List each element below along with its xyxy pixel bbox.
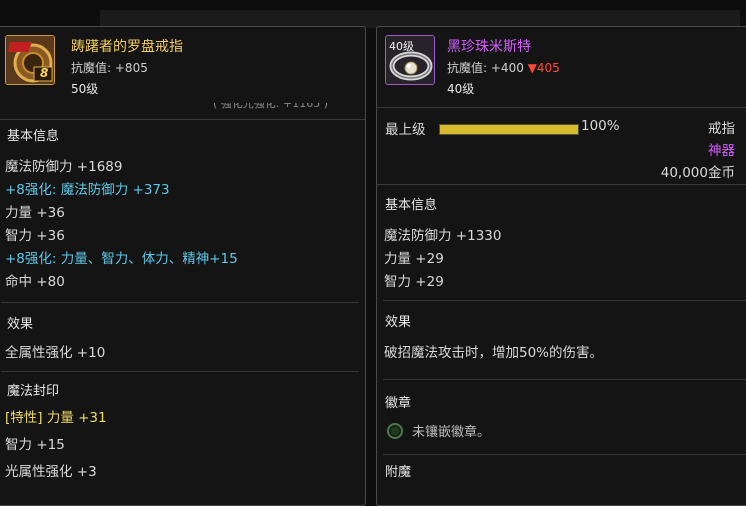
effect-line: 全属性强化 +10: [5, 345, 106, 361]
decrease-arrow-icon: ▼: [527, 61, 537, 75]
stat-line: 力量 +36: [5, 205, 65, 221]
section-title: 徽章: [385, 396, 412, 411]
basic-info-section: 基本信息 魔法防御力 +1330 力量 +29 智力 +29: [377, 185, 746, 294]
grade-bar: [439, 124, 579, 135]
grade-label: 最上级: [385, 122, 426, 138]
stat-line: 智力 +36: [5, 228, 65, 244]
cropped-note: ( 强化光强化: +1165 ): [213, 97, 328, 110]
grade-percent: 100%: [581, 118, 620, 134]
stat-line: 智力 +29: [384, 274, 444, 290]
rarity-label: 神器: [708, 143, 735, 159]
magic-seal-section: 魔法封印 [特性] 力量 +31 智力 +15 光属性强化 +3: [0, 372, 365, 484]
effect-section: 效果 全属性强化 +10: [0, 303, 365, 365]
level-tag: 40级: [389, 40, 414, 53]
emblem-text: 未镶嵌徽章。: [412, 425, 491, 440]
empty-emblem-icon: [387, 422, 403, 439]
section-title: 基本信息: [7, 129, 60, 144]
item-tooltip-left: 8 踌躇者的罗盘戒指 抗魔值: +805 50级 ( 强化光强化: +1165 …: [0, 26, 366, 506]
enhance-line: +8强化: 力量、智力、体力、精神+15: [5, 251, 238, 267]
section-title: 附魔: [385, 465, 412, 480]
item-tooltip-right: 40级 黑珍珠米斯特 抗魔值: +400 ▼405 40级 最上级 100% 戒…: [376, 26, 746, 506]
stat-line: 魔法防御力 +1689: [5, 159, 123, 175]
item-level: 40级: [447, 82, 475, 96]
section-title: 魔法封印: [7, 384, 60, 399]
seal-line: 光属性强化 +3: [5, 464, 97, 480]
basic-info-section: 基本信息 魔法防御力 +1689 +8强化: 魔法防御力 +373 力量 +36…: [0, 120, 365, 294]
stat-value: +400: [490, 61, 524, 75]
stat-label: 抗魔值: [447, 61, 484, 75]
ring-icon: 8: [5, 35, 55, 85]
stat-line: 魔法防御力 +1330: [384, 228, 502, 244]
emblem-slot: 未镶嵌徽章。: [377, 421, 746, 440]
stat-line: 命中 +80: [5, 274, 65, 290]
effect-text: 破招魔法攻击时，增加50%的伤害。: [384, 345, 604, 361]
enchant-section: 附魔: [377, 455, 746, 480]
effect-section: 效果 破招魔法攻击时，增加50%的伤害。: [377, 301, 746, 365]
pearl-ring-icon: 40级: [385, 35, 435, 85]
item-level: 50级: [71, 82, 99, 96]
stat-value: +805: [114, 61, 148, 75]
grade-bar-fill: [440, 125, 578, 134]
enhance-badge: 8: [40, 66, 49, 80]
price-label: 40,000金币: [660, 165, 735, 181]
section-title: 效果: [385, 315, 412, 330]
seal-line: [特性] 力量 +31: [5, 410, 107, 426]
tooltip-header: 8 踌躇者的罗盘戒指 抗魔值: +805 50级 ( 强化光强化: +1165 …: [0, 27, 365, 120]
item-name: 黑珍珠米斯特: [447, 39, 531, 55]
stat-label: 抗魔值: [71, 61, 108, 75]
tooltip-header: 40级 黑珍珠米斯特 抗魔值: +400 ▼405 40级: [377, 27, 746, 108]
section-title: 基本信息: [385, 198, 438, 213]
emblem-section: 徽章 未镶嵌徽章。: [377, 380, 746, 440]
stat-diff: 405: [536, 61, 560, 75]
item-type: 戒指: [708, 121, 735, 137]
section-title: 效果: [7, 317, 34, 332]
item-name: 踌躇者的罗盘戒指: [71, 39, 183, 55]
grade-section: 最上级 100% 戒指 神器 40,000金币: [377, 108, 746, 185]
anti-magic-stat: 抗魔值: +805: [71, 61, 148, 75]
anti-magic-stat: 抗魔值: +400 ▼405: [447, 61, 560, 75]
stat-line: 力量 +29: [384, 251, 444, 267]
enhance-line: +8强化: 魔法防御力 +373: [5, 182, 170, 198]
seal-line: 智力 +15: [5, 437, 65, 453]
